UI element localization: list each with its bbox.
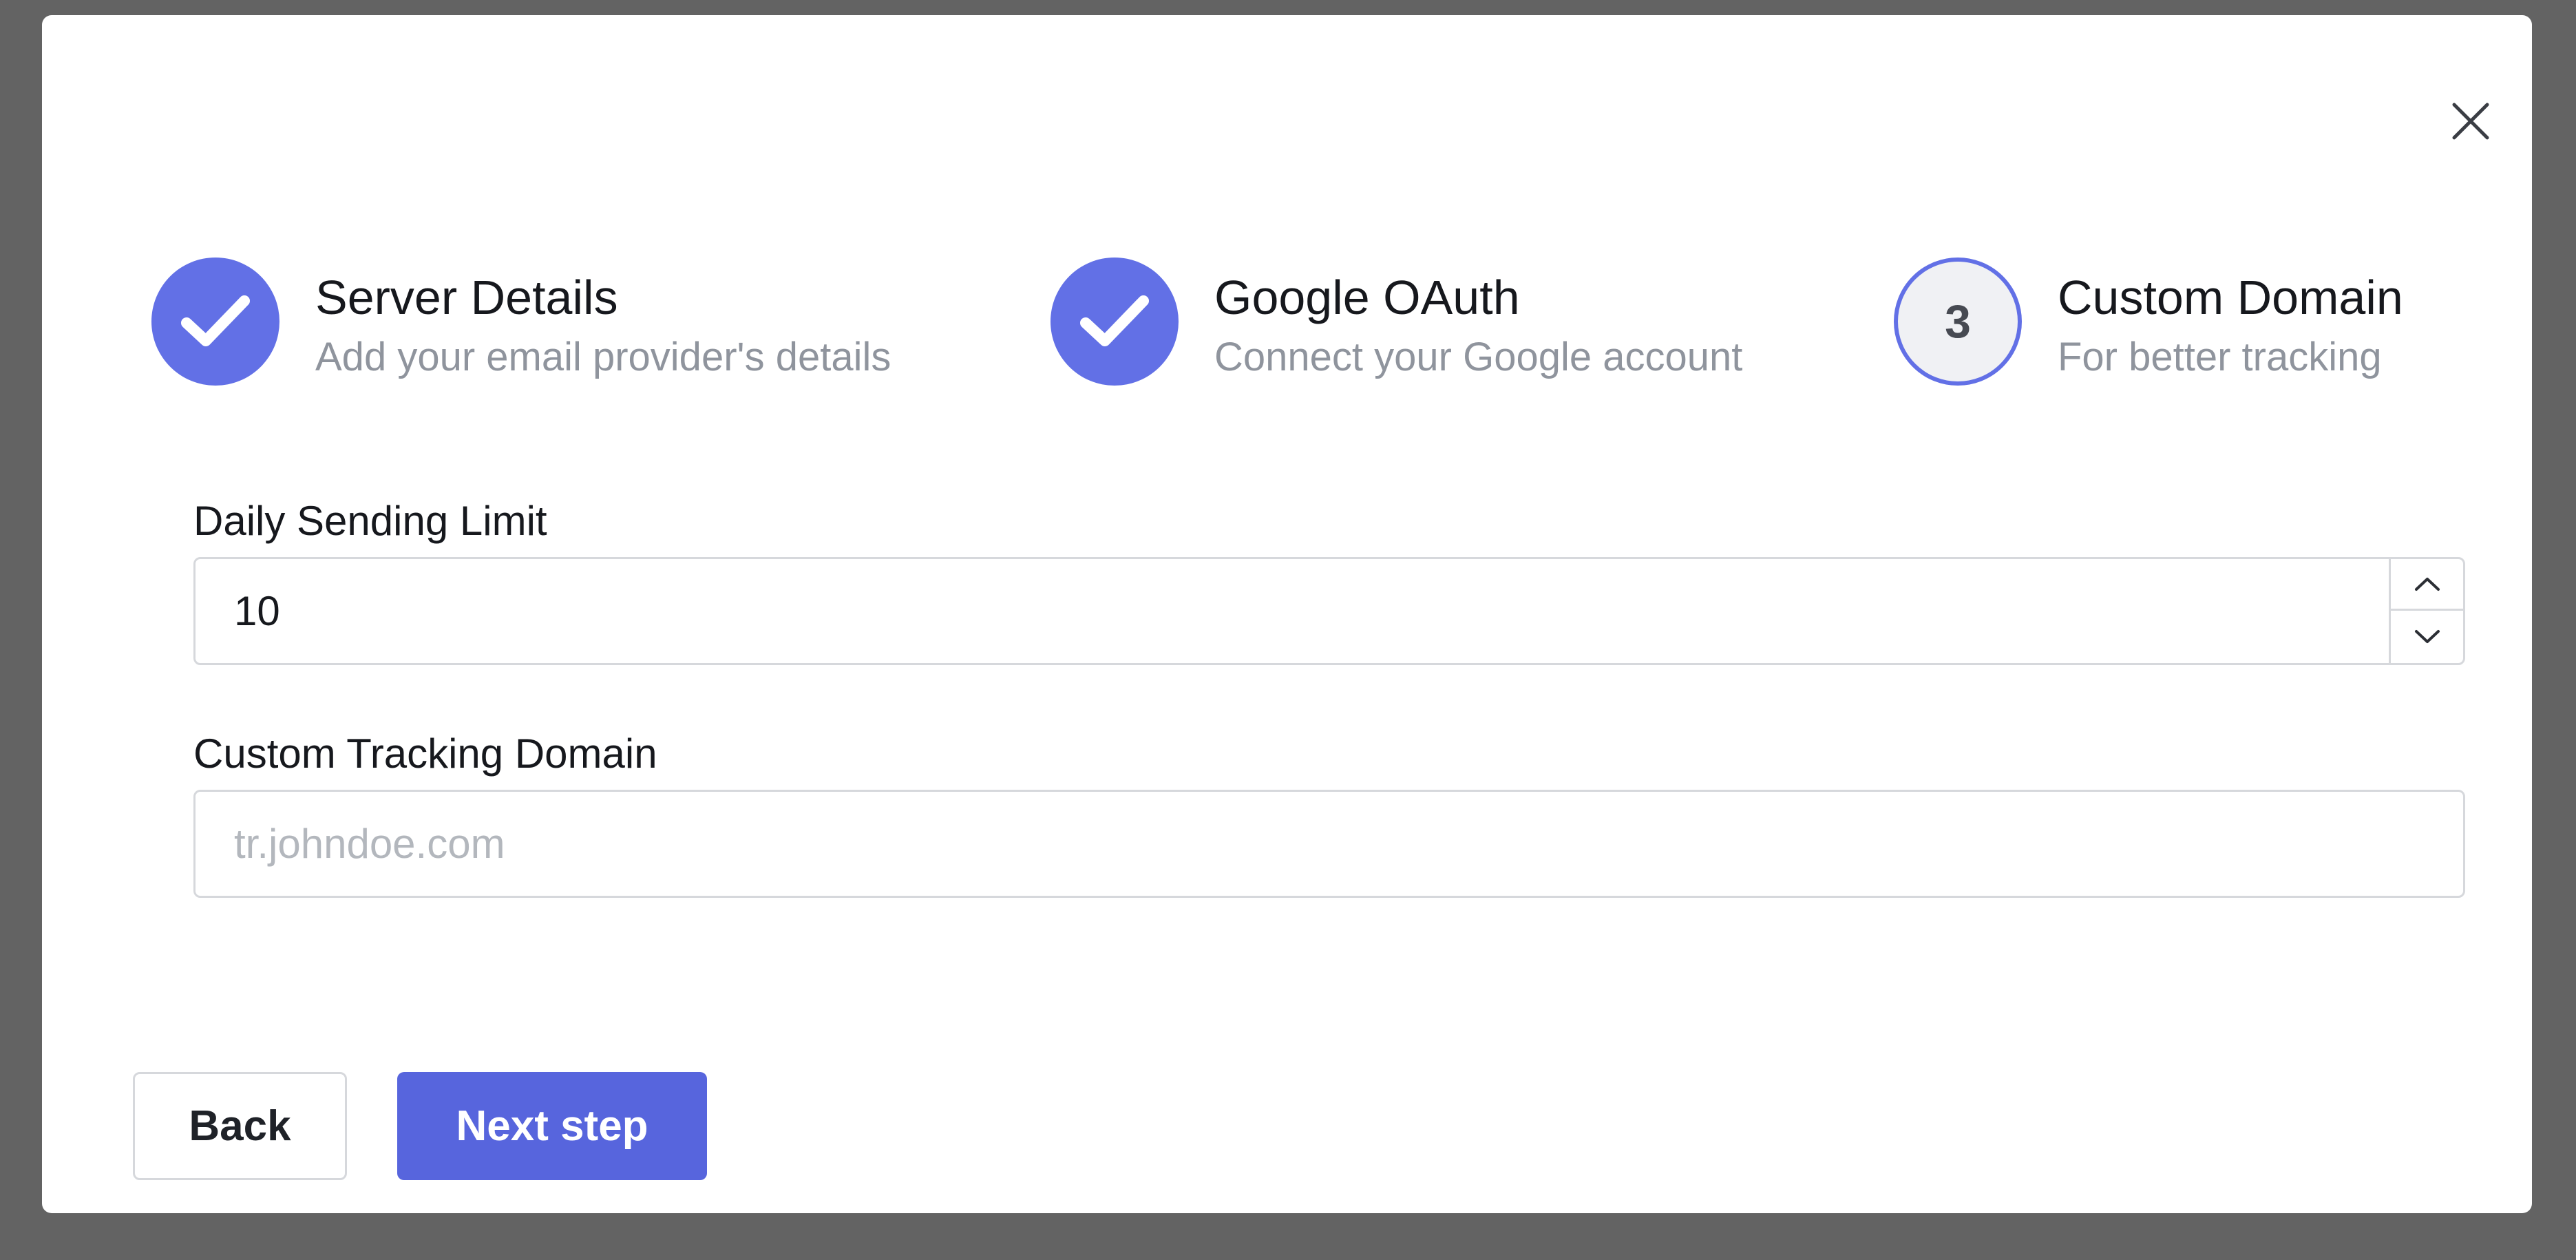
next-step-button[interactable]: Next step (397, 1072, 707, 1180)
step-current-indicator: 3 (1894, 258, 2022, 386)
step-title: Google OAuth (1214, 271, 1520, 324)
check-icon (1080, 295, 1149, 346)
back-button[interactable]: Back (133, 1072, 347, 1180)
step-google-oauth: Google OAuth Connect your Google account (1051, 258, 1842, 388)
close-icon (2452, 103, 2489, 140)
step-number: 3 (1945, 295, 1971, 348)
step-complete-indicator (151, 258, 279, 386)
step-title: Server Details (315, 271, 618, 324)
step-custom-domain: 3 Custom Domain For better tracking (1894, 258, 2486, 388)
step-title: Custom Domain (2058, 271, 2403, 324)
step-complete-indicator (1051, 258, 1179, 386)
tracking-domain-field (193, 790, 2465, 898)
step-subtitle: For better tracking (2058, 335, 2382, 379)
daily-limit-input[interactable] (234, 559, 2368, 663)
daily-limit-field (193, 557, 2465, 665)
step-subtitle: Add your email provider's details (315, 335, 891, 379)
chevron-down-icon (2414, 629, 2440, 643)
increment-button[interactable] (2391, 559, 2463, 611)
step-subtitle: Connect your Google account (1214, 335, 1743, 379)
daily-limit-label: Daily Sending Limit (193, 498, 547, 544)
quantity-stepper (2389, 559, 2463, 663)
check-icon (181, 295, 250, 346)
close-button[interactable] (2436, 87, 2505, 156)
setup-modal: Server Details Add your email provider's… (42, 15, 2532, 1213)
tracking-domain-label: Custom Tracking Domain (193, 731, 657, 777)
tracking-domain-input[interactable] (234, 792, 2368, 896)
chevron-up-icon (2414, 578, 2440, 591)
step-server-details: Server Details Add your email provider's… (151, 258, 1012, 388)
decrement-button[interactable] (2391, 611, 2463, 662)
